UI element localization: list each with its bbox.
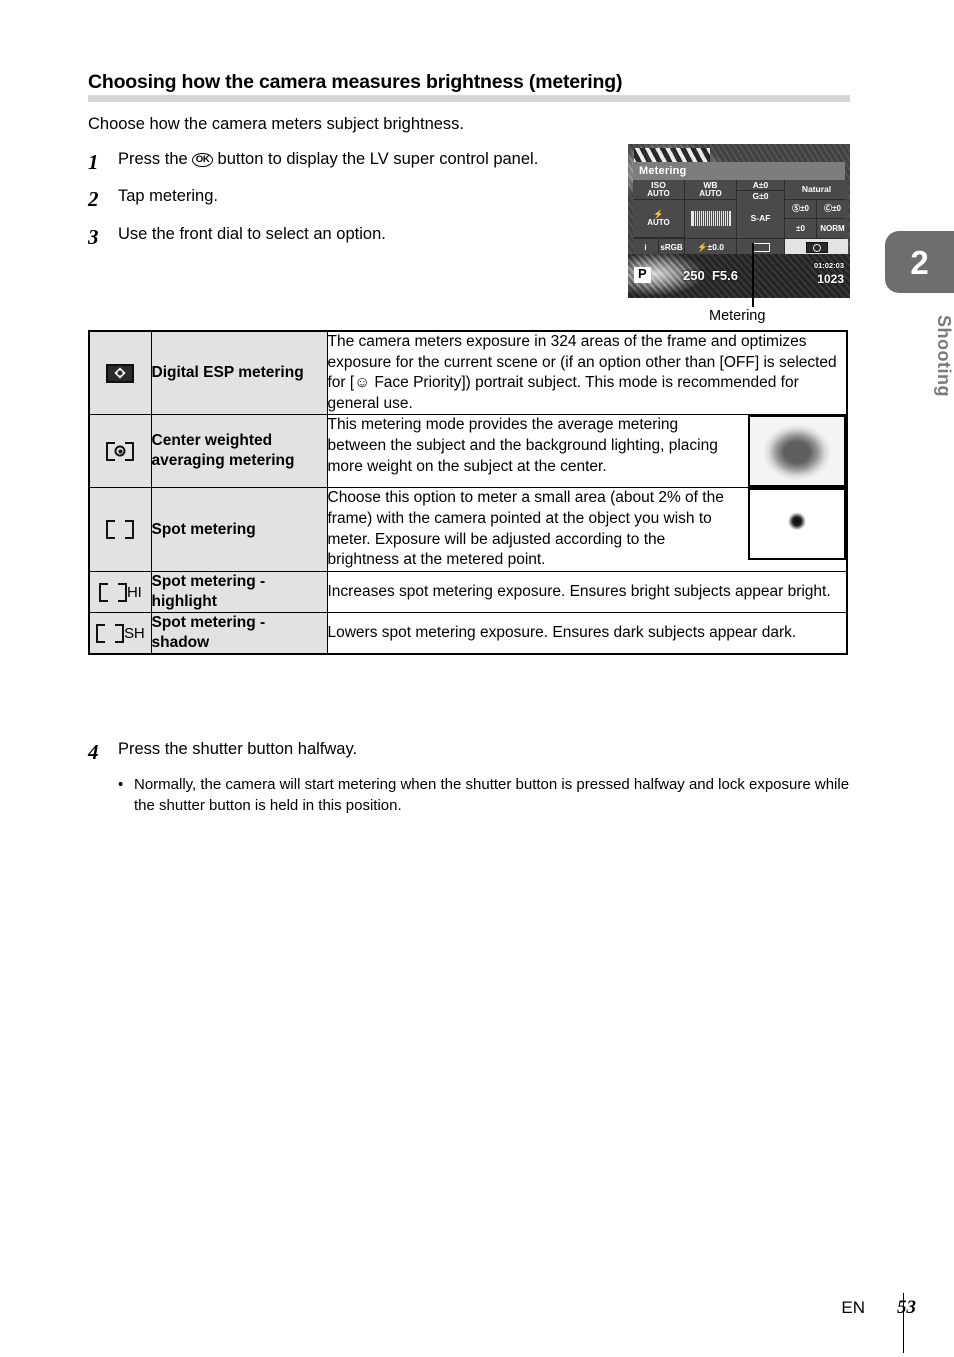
center-weighted-illustration xyxy=(748,415,846,488)
metering-modes-table: Digital ESP metering The camera meters e… xyxy=(88,330,848,656)
chapter-tab: 2 xyxy=(885,231,954,293)
metering-icon xyxy=(805,242,828,254)
wb-value: AUTO xyxy=(699,188,722,198)
aspect-ratio-icon xyxy=(751,243,770,253)
callout-leader-line xyxy=(752,243,754,307)
mode-name: Spot metering xyxy=(150,487,328,572)
control-panel-grid: ISO AUTO WB AUTO A±0 G±0 Natural ⚡ AUTO … xyxy=(633,180,848,257)
mode-name: Center weighted averaging metering xyxy=(150,414,328,489)
step-4-block: 4 Press the shutter button halfway. • No… xyxy=(88,738,858,816)
spot-metering-highlight-icon xyxy=(99,582,128,602)
saturation-gradation-cell[interactable]: Ⓢ±0 Ⓒ±0 xyxy=(785,199,848,218)
af-mode-value: S-AF xyxy=(750,213,771,224)
mode-description: Choose this option to meter a small area… xyxy=(327,489,724,569)
table-row: HI Spot metering - highlight Increases s… xyxy=(88,570,848,614)
icon-suffix-hi: HI xyxy=(127,583,142,601)
spot-metering-highlight-icon-cell: HI xyxy=(88,570,152,614)
callout-label: Metering xyxy=(709,308,766,324)
shutter-speed: 250 xyxy=(683,268,705,283)
recording-time-remaining: 01:02:03 xyxy=(813,261,844,270)
intro-paragraph: Choose how the camera meters subject bri… xyxy=(88,115,465,133)
chapter-number: 2 xyxy=(910,243,929,281)
panel-title-bar: Metering xyxy=(633,162,845,180)
spot-illustration xyxy=(748,488,846,561)
saturation-value: ±0 xyxy=(785,219,816,238)
ring-shape xyxy=(114,445,126,457)
mode-description-cell: This metering mode provides the average … xyxy=(326,414,848,489)
spot-metering-shadow-icon xyxy=(96,623,125,643)
histogram-icon xyxy=(690,211,731,226)
digital-esp-metering-icon xyxy=(106,363,135,383)
mode-name: Spot metering - highlight xyxy=(150,570,328,614)
shots-remaining: 1023 xyxy=(817,272,844,286)
heading-underline-rule xyxy=(88,95,850,102)
spot-metering-icon xyxy=(106,520,135,540)
picture-mode-value: Natural xyxy=(801,183,832,194)
page-footer: EN 53 xyxy=(841,1297,916,1319)
flash-mode-cell[interactable]: ⚡ AUTO xyxy=(633,199,684,237)
page-heading-wrapper: Choosing how the camera measures brightn… xyxy=(88,71,850,102)
spot-metering-icon-cell xyxy=(88,487,152,572)
chapter-label: Shooting xyxy=(934,315,954,397)
ok-button-icon: OK xyxy=(192,153,213,167)
contrast-value: Ⓒ±0 xyxy=(817,199,848,218)
icon-suffix-sh: SH xyxy=(124,624,145,642)
mode-name: Digital ESP metering xyxy=(150,330,328,416)
mode-description: Lowers spot metering exposure. Ensures d… xyxy=(326,612,848,655)
iso-value: AUTO xyxy=(647,188,670,198)
step-text: Tap metering. xyxy=(118,187,218,206)
page-title: Choosing how the camera measures brightn… xyxy=(88,71,623,93)
step-4-note: • Normally, the camera will start meteri… xyxy=(88,775,858,816)
white-balance-cell[interactable]: WB AUTO xyxy=(685,180,736,199)
step-item: 3 Use the front dial to select an option… xyxy=(88,223,613,251)
flash-comp-value: ⚡±0.0 xyxy=(696,242,725,253)
step-text-after: button to display the LV super control p… xyxy=(212,150,539,168)
step-number: 4 xyxy=(88,740,99,764)
step-text: Use the front dial to select an option. xyxy=(118,224,386,243)
step-number: 1 xyxy=(88,150,99,174)
spot-metering-shadow-icon-cell: SH xyxy=(88,612,152,655)
mode-name: Spot metering - shadow xyxy=(150,612,328,655)
gradation-cell[interactable]: ±0 NORM xyxy=(785,219,848,238)
bullet-marker: • xyxy=(118,776,124,794)
center-weighted-metering-icon xyxy=(106,441,135,461)
picture-mode-cell[interactable]: Natural xyxy=(785,180,848,199)
mode-description: The camera meters exposure in 324 areas … xyxy=(326,330,848,416)
footer-page-number: 53 xyxy=(897,1297,916,1318)
wb-compensation-cell[interactable]: A±0 G±0 xyxy=(737,180,784,201)
step-number: 2 xyxy=(88,187,99,212)
lcd-status-bar: P 250 F5.6 01:02:03 1023 xyxy=(628,254,850,298)
step-text: Press the OK button to display the LV su… xyxy=(118,148,613,171)
steps-list: 1 Press the OK button to display the LV … xyxy=(88,148,613,260)
step-text-before: Press the xyxy=(118,150,193,168)
footer-locale: EN xyxy=(841,1298,865,1317)
iso-cell[interactable]: ISO AUTO xyxy=(633,180,684,199)
flash-value: AUTO xyxy=(647,217,670,227)
step-item: 4 Press the shutter button halfway. xyxy=(88,738,858,766)
table-row: Digital ESP metering The camera meters e… xyxy=(88,330,848,416)
mode-description: This metering mode provides the average … xyxy=(327,416,718,475)
histogram-cell[interactable] xyxy=(685,199,736,238)
table-row: Spot metering Choose this option to mete… xyxy=(88,487,848,572)
bullet-text: Normally, the camera will start metering… xyxy=(134,776,850,814)
wb-amber-shift: A±0 xyxy=(737,180,784,190)
step-item: 1 Press the OK button to display the LV … xyxy=(88,148,613,176)
mode-description: Increases spot metering exposure. Ensure… xyxy=(326,570,848,614)
sharpness-value: Ⓢ±0 xyxy=(785,199,816,218)
af-mode-cell[interactable]: S-AF xyxy=(737,199,784,238)
step-number: 3 xyxy=(88,224,99,249)
aperture-value: F5.6 xyxy=(711,268,738,283)
step-item: 2 Tap metering. xyxy=(88,185,613,213)
gradation-value: NORM xyxy=(817,219,848,238)
step-text: Press the shutter button halfway. xyxy=(118,740,358,758)
shooting-mode-badge: P xyxy=(634,266,651,283)
digital-esp-metering-icon-cell xyxy=(88,330,152,416)
lv-super-control-panel-screenshot: Metering ISO AUTO WB AUTO A±0 G±0 Natura… xyxy=(628,144,850,298)
table-row: Center weighted averaging metering This … xyxy=(88,414,848,489)
center-weighted-metering-icon-cell xyxy=(88,414,152,489)
exposure-readout: 250 F5.6 xyxy=(683,268,738,283)
table-row: SH Spot metering - shadow Lowers spot me… xyxy=(88,612,848,655)
mode-description-cell: Choose this option to meter a small area… xyxy=(326,487,848,572)
